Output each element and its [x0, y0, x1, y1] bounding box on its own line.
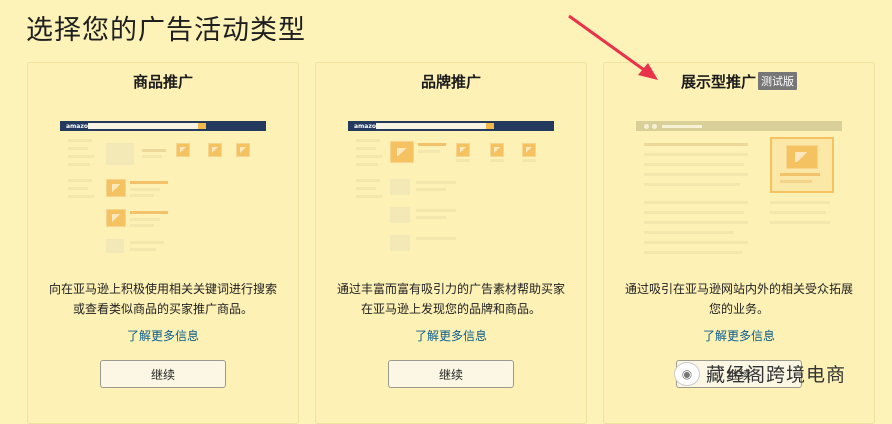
image-icon — [106, 179, 126, 197]
campaign-card-sponsored-products[interactable]: 商品推广 amazon 向在亚马逊上积极使用相关关键词进行搜索或查看类似商品的买… — [27, 62, 299, 424]
learn-more-link[interactable]: 了解更多信息 — [316, 327, 586, 344]
nav-bar: amazon — [60, 121, 266, 131]
nav-bar: amazon — [348, 121, 554, 131]
card-title: 品牌推广 — [420, 73, 481, 91]
image-icon — [786, 145, 818, 169]
search-bar-shape — [88, 123, 198, 129]
sponsored-products-illustration: amazon — [60, 121, 266, 301]
image-icon — [390, 141, 414, 163]
beta-badge: 测试版 — [758, 72, 797, 90]
continue-button[interactable]: 继续 — [100, 360, 226, 388]
page-title: 选择您的广告活动类型 — [26, 15, 306, 46]
image-icon — [522, 143, 536, 157]
image-icon — [490, 143, 504, 157]
image-icon — [176, 143, 190, 157]
watermark: ◉ 藏经阁跨境电商 — [674, 360, 846, 387]
learn-more-link[interactable]: 了解更多信息 — [28, 327, 298, 344]
sponsored-display-illustration — [636, 121, 842, 301]
display-ad-frame — [770, 137, 834, 193]
learn-more-link[interactable]: 了解更多信息 — [604, 327, 874, 344]
card-description: 通过吸引在亚马逊网站内外的相关受众拓展您的业务。 — [624, 282, 853, 316]
search-bar-shape — [376, 123, 486, 129]
search-button-shape — [198, 123, 206, 129]
image-icon — [456, 143, 470, 157]
card-title: 商品推广 — [132, 73, 193, 91]
image-icon — [106, 209, 126, 227]
card-title-text: 展示型推广 — [680, 73, 756, 91]
wechat-icon: ◉ — [674, 361, 700, 386]
watermark-text: 藏经阁跨境电商 — [706, 364, 847, 386]
image-icon — [208, 143, 222, 157]
campaign-card-sponsored-brands[interactable]: 品牌推广 amazon 通过丰富而富有吸引力的广告素材帮助买家在亚马逊上发现您的… — [315, 62, 587, 424]
card-description: 通过丰富而富有吸引力的广告素材帮助买家在亚马逊上发现您的品牌和商品。 — [336, 282, 565, 316]
card-description: 向在亚马逊上积极使用相关关键词进行搜索或查看类似商品的买家推广商品。 — [48, 282, 277, 316]
search-button-shape — [486, 123, 494, 129]
image-icon — [236, 143, 250, 157]
card-title: 展示型推广 测试版 — [604, 71, 874, 92]
continue-button[interactable]: 继续 — [388, 360, 514, 388]
sponsored-brands-illustration: amazon — [348, 121, 554, 301]
